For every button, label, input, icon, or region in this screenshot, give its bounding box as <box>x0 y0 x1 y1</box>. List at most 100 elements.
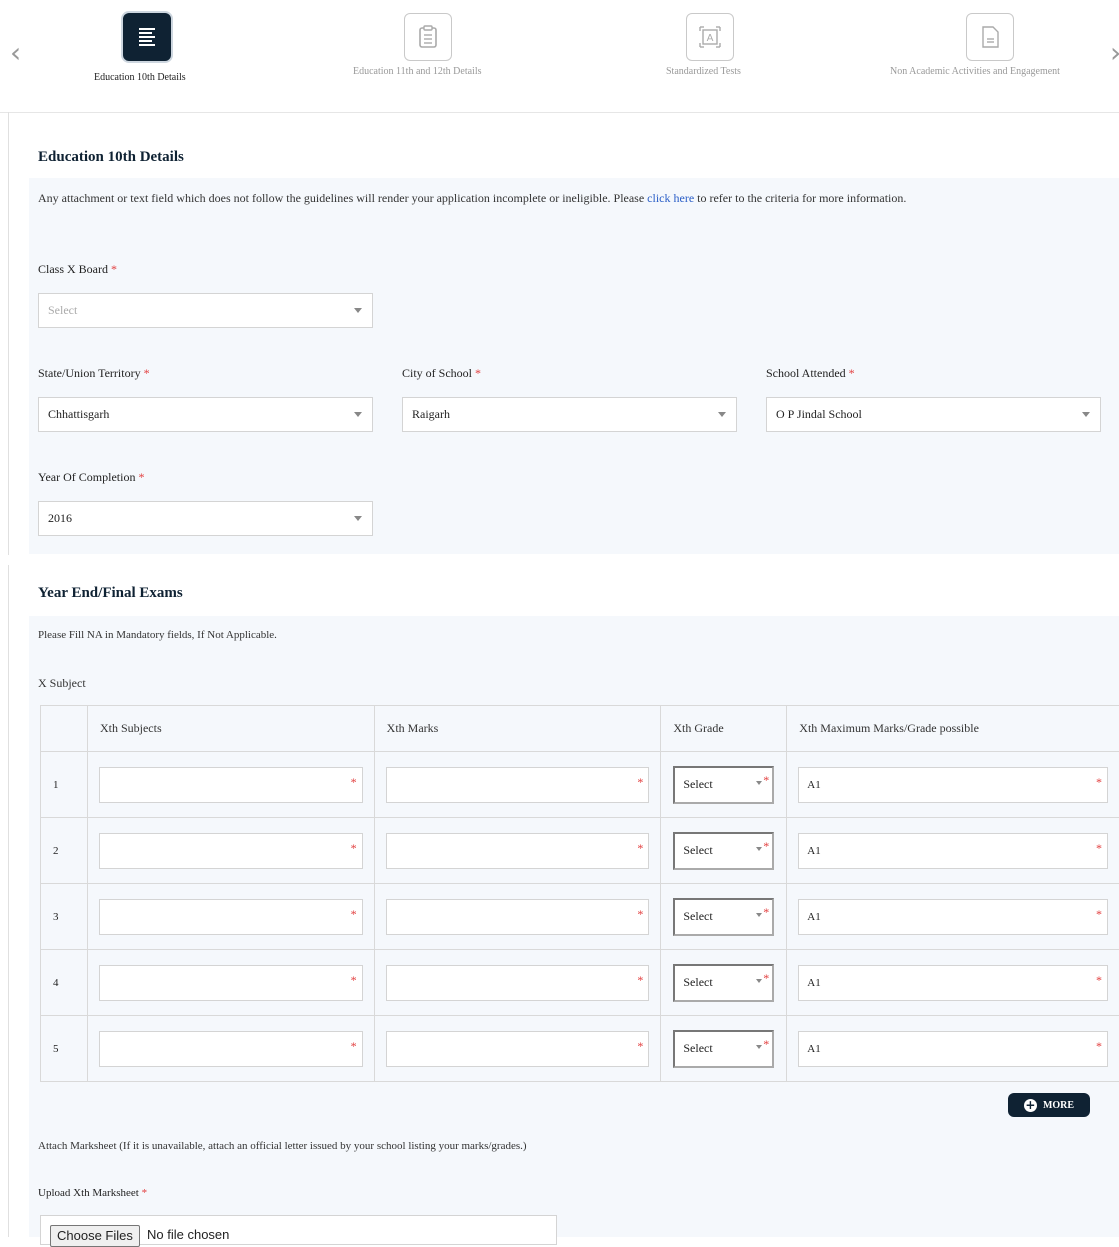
marks-input[interactable]: * <box>386 899 650 935</box>
class-x-board-label: Class X Board * <box>38 262 117 277</box>
state-select[interactable]: Chhattisgarh <box>38 397 373 432</box>
school-select[interactable]: O P Jindal School <box>766 397 1101 432</box>
chevron-left-icon[interactable]: ‹ <box>10 36 21 69</box>
plus-circle-icon: + <box>1024 1099 1037 1112</box>
required-mark: * <box>763 773 769 788</box>
caret-down-icon <box>756 847 762 851</box>
document-icon <box>966 13 1014 61</box>
step-education-10th[interactable] <box>123 13 171 61</box>
note-text: Any attachment or text field which does … <box>38 191 647 205</box>
select-value: Raigarh <box>412 407 450 422</box>
column-header: Xth Subjects <box>87 706 374 752</box>
upload-label: Upload Xth Marksheet * <box>38 1187 147 1199</box>
marks-input[interactable]: * <box>386 767 650 803</box>
required-mark: * <box>637 973 643 988</box>
subject-cell: * <box>87 752 374 818</box>
max-marks-input[interactable]: A1* <box>798 1031 1108 1067</box>
grade-select[interactable]: Select * <box>673 1030 774 1068</box>
subject-input[interactable]: * <box>99 899 363 935</box>
section-border <box>8 565 9 1237</box>
column-header: Xth Marks <box>374 706 661 752</box>
subject-input[interactable]: * <box>99 965 363 1001</box>
more-label: MORE <box>1043 1100 1074 1111</box>
label-text: Class X Board <box>38 262 108 276</box>
select-value: Chhattisgarh <box>48 407 109 422</box>
school-label: School Attended * <box>766 366 855 381</box>
required-mark: * <box>351 1039 357 1054</box>
more-button[interactable]: + MORE <box>1008 1093 1090 1117</box>
max-value: A1 <box>807 911 820 923</box>
step-non-academic[interactable] <box>966 13 1014 61</box>
marks-cell: * <box>374 1016 661 1082</box>
select-value: 2016 <box>48 511 72 526</box>
grade-select[interactable]: Select* <box>673 964 774 1002</box>
city-select[interactable]: Raigarh <box>402 397 737 432</box>
required-mark: * <box>763 1037 769 1052</box>
max-cell: A1* <box>787 884 1119 950</box>
svg-text:A: A <box>707 33 714 44</box>
required-mark: * <box>637 841 643 856</box>
marks-cell: * <box>374 884 661 950</box>
grade-select[interactable]: Select* <box>673 766 774 804</box>
grade-cell: Select* <box>661 752 787 818</box>
row-number: 4 <box>41 950 88 1016</box>
required-mark: * <box>142 1187 148 1199</box>
caret-down-icon <box>1082 412 1090 417</box>
marks-input[interactable]: * <box>386 1031 650 1067</box>
max-marks-input[interactable]: A1* <box>798 899 1108 935</box>
subject-input[interactable]: * <box>99 833 363 869</box>
grade-cell: Select* <box>661 884 787 950</box>
required-mark: * <box>763 905 769 920</box>
subject-input[interactable]: * <box>99 767 363 803</box>
class-x-board-select[interactable]: Select <box>38 293 373 328</box>
subject-input[interactable]: * <box>99 1031 363 1067</box>
year-select[interactable]: 2016 <box>38 501 373 536</box>
max-marks-input[interactable]: A1* <box>798 965 1108 1001</box>
step-label: Education 10th Details <box>94 72 186 83</box>
table-row: 5 * * Select * A1* <box>41 1016 1119 1082</box>
caret-down-icon <box>354 412 362 417</box>
marks-input[interactable]: * <box>386 833 650 869</box>
label-text: Upload Xth Marksheet <box>38 1187 139 1199</box>
section-title: Year End/Final Exams <box>38 585 183 602</box>
max-marks-input[interactable]: A1* <box>798 833 1108 869</box>
required-mark: * <box>144 366 150 380</box>
caret-down-icon <box>756 1045 762 1049</box>
caret-down-icon <box>718 412 726 417</box>
required-mark: * <box>1096 775 1102 790</box>
row-number: 5 <box>41 1016 88 1082</box>
step-standardized-tests[interactable]: A <box>686 13 734 61</box>
max-value: A1 <box>807 977 820 989</box>
grade-cell: Select* <box>661 950 787 1016</box>
step-label: Non Academic Activities and Engagement <box>890 66 1060 77</box>
choose-files-button[interactable]: Choose Files <box>50 1225 140 1247</box>
required-mark: * <box>351 973 357 988</box>
subject-cell: * <box>87 1016 374 1082</box>
education10-panel <box>29 178 1119 554</box>
grade-select[interactable]: Select* <box>673 832 774 870</box>
subject-cell: * <box>87 884 374 950</box>
max-value: A1 <box>807 1043 820 1055</box>
select-value: Select <box>48 303 77 318</box>
year-label: Year Of Completion * <box>38 470 144 485</box>
state-label: State/Union Territory * <box>38 366 150 381</box>
caret-down-icon <box>354 308 362 313</box>
step-education-11th-12th[interactable] <box>404 13 452 61</box>
column-header: Xth Grade <box>661 706 787 752</box>
subject-cell: * <box>87 950 374 1016</box>
x-subject-label: X Subject <box>38 676 86 691</box>
grade-select[interactable]: Select* <box>673 898 774 936</box>
subject-cell: * <box>87 818 374 884</box>
caret-down-icon <box>756 979 762 983</box>
row-number: 2 <box>41 818 88 884</box>
required-mark: * <box>351 775 357 790</box>
chevron-right-icon[interactable]: › <box>1110 36 1119 69</box>
grade-value: Select <box>683 1041 712 1056</box>
marks-input[interactable]: * <box>386 965 650 1001</box>
max-marks-input[interactable]: A1* <box>798 767 1108 803</box>
column-header: Xth Maximum Marks/Grade possible <box>787 706 1119 752</box>
required-mark: * <box>138 470 144 484</box>
click-here-link[interactable]: click here <box>647 191 694 205</box>
step-label: Standardized Tests <box>666 66 741 77</box>
required-mark: * <box>849 366 855 380</box>
